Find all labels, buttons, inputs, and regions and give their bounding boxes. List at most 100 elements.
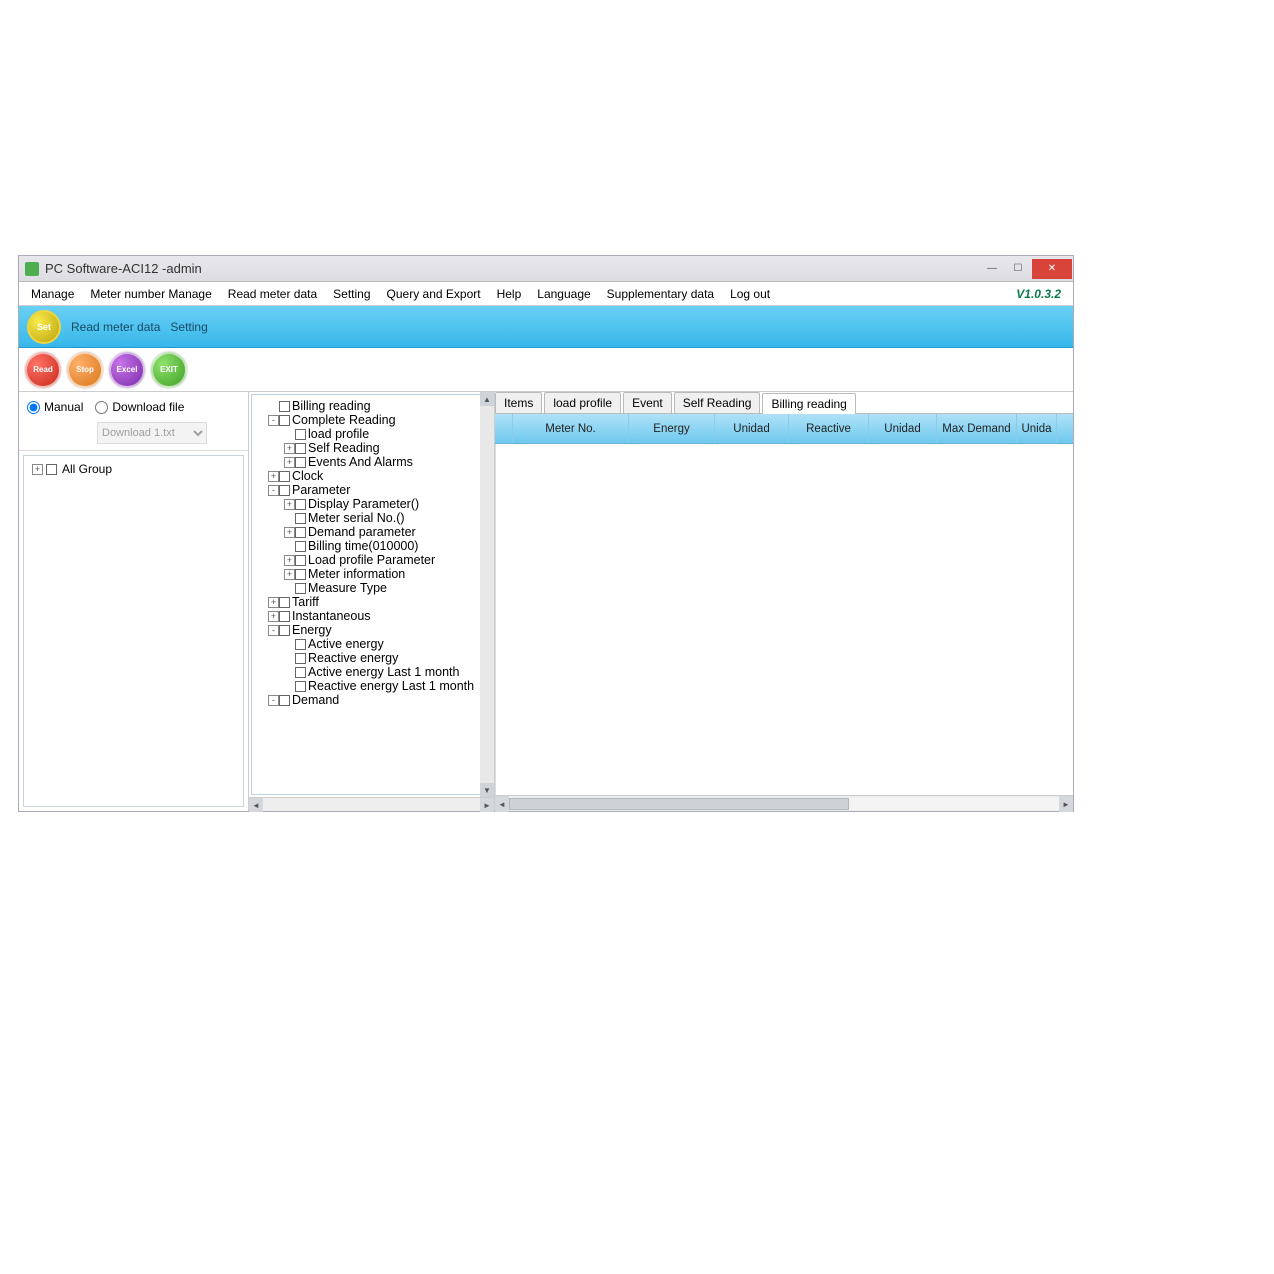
tree-node[interactable]: +Clock	[256, 469, 475, 483]
scroll-left-icon[interactable]: ◄	[495, 796, 509, 812]
expand-icon[interactable]: +	[268, 597, 279, 608]
exit-button[interactable]: EXIT	[151, 352, 187, 388]
collapse-icon[interactable]: -	[268, 415, 279, 426]
tab-self-reading[interactable]: Self Reading	[674, 392, 761, 413]
column-header[interactable]: Unidad	[715, 414, 789, 443]
tree-horizontal-scrollbar[interactable]: ◄ ►	[249, 797, 494, 811]
tab-event[interactable]: Event	[623, 392, 672, 413]
menu-meter-number-manage[interactable]: Meter number Manage	[82, 283, 219, 305]
tree-node[interactable]: Billing reading	[256, 399, 475, 413]
tree-checkbox[interactable]	[295, 443, 306, 454]
group-checkbox[interactable]	[46, 464, 57, 475]
collapse-icon[interactable]: -	[268, 625, 279, 636]
tree-checkbox[interactable]	[295, 499, 306, 510]
tree-node[interactable]: Measure Type	[256, 581, 475, 595]
tree-node[interactable]: +Tariff	[256, 595, 475, 609]
menu-supplementary-data[interactable]: Supplementary data	[599, 283, 722, 305]
scroll-right-icon[interactable]: ►	[1059, 796, 1073, 812]
tree-node[interactable]: Reactive energy	[256, 651, 475, 665]
collapse-icon[interactable]: -	[268, 485, 279, 496]
tree-node[interactable]: -Complete Reading	[256, 413, 475, 427]
tree-node[interactable]: -Parameter	[256, 483, 475, 497]
manual-radio[interactable]: Manual	[27, 400, 83, 414]
column-header[interactable]: Max Demand	[937, 414, 1017, 443]
tree-checkbox[interactable]	[279, 415, 290, 426]
tree-node[interactable]: +Self Reading	[256, 441, 475, 455]
tab-load-profile[interactable]: load profile	[544, 392, 621, 413]
excel-button[interactable]: Excel	[109, 352, 145, 388]
tree-node[interactable]: -Energy	[256, 623, 475, 637]
column-header[interactable]: Reactive	[789, 414, 869, 443]
menu-language[interactable]: Language	[529, 283, 598, 305]
tree-node[interactable]: -Demand	[256, 693, 475, 707]
expand-icon[interactable]: +	[284, 527, 295, 538]
reading-tree[interactable]: Billing reading-Complete Readingload pro…	[251, 394, 492, 795]
scroll-down-icon[interactable]: ▼	[480, 783, 494, 797]
tree-node[interactable]: Meter serial No.()	[256, 511, 475, 525]
expand-icon[interactable]: +	[284, 457, 295, 468]
tree-node[interactable]: +Demand parameter	[256, 525, 475, 539]
scrollbar-thumb[interactable]	[509, 798, 849, 810]
tree-checkbox[interactable]	[295, 569, 306, 580]
tree-checkbox[interactable]	[295, 527, 306, 538]
expand-icon[interactable]: +	[284, 569, 295, 580]
download-select[interactable]: Download 1.txt	[97, 422, 207, 444]
expand-icon[interactable]: +	[284, 443, 295, 454]
tree-checkbox[interactable]	[279, 471, 290, 482]
tree-vertical-scrollbar[interactable]: ▲ ▼	[480, 392, 494, 797]
tree-node[interactable]: +Load profile Parameter	[256, 553, 475, 567]
tree-checkbox[interactable]	[295, 513, 306, 524]
set-button[interactable]: Set	[27, 310, 61, 344]
tab-items[interactable]: Items	[495, 392, 542, 413]
tree-checkbox[interactable]	[295, 583, 306, 594]
tree-checkbox[interactable]	[295, 681, 306, 692]
menu-help[interactable]: Help	[489, 283, 530, 305]
expand-icon[interactable]: +	[268, 611, 279, 622]
tree-node[interactable]: Active energy Last 1 month	[256, 665, 475, 679]
column-header[interactable]	[495, 414, 513, 443]
column-header[interactable]: Meter No.	[513, 414, 629, 443]
tree-node[interactable]: +Meter information	[256, 567, 475, 581]
tree-checkbox[interactable]	[279, 401, 290, 412]
grid-horizontal-scrollbar[interactable]: ◄ ►	[495, 795, 1073, 811]
column-header[interactable]: Unida	[1017, 414, 1057, 443]
expand-icon[interactable]: +	[32, 464, 43, 475]
column-header[interactable]: Energy	[629, 414, 715, 443]
expand-icon[interactable]: +	[268, 471, 279, 482]
menu-log-out[interactable]: Log out	[722, 283, 778, 305]
menu-query-export[interactable]: Query and Export	[379, 283, 489, 305]
close-button[interactable]: ✕	[1032, 259, 1072, 279]
menu-read-meter-data[interactable]: Read meter data	[220, 283, 325, 305]
tree-checkbox[interactable]	[279, 597, 290, 608]
tree-checkbox[interactable]	[295, 639, 306, 650]
collapse-icon[interactable]: -	[268, 695, 279, 706]
tree-node[interactable]: Active energy	[256, 637, 475, 651]
read-button[interactable]: Read	[25, 352, 61, 388]
tree-node[interactable]: +Events And Alarms	[256, 455, 475, 469]
tree-checkbox[interactable]	[295, 555, 306, 566]
tree-node[interactable]: +Instantaneous	[256, 609, 475, 623]
maximize-button[interactable]: ☐	[1006, 259, 1030, 279]
tree-checkbox[interactable]	[295, 667, 306, 678]
tree-checkbox[interactable]	[295, 457, 306, 468]
expand-icon[interactable]: +	[284, 499, 295, 510]
tree-checkbox[interactable]	[279, 485, 290, 496]
ribbon-read-meter-data[interactable]: Read meter data	[71, 320, 160, 334]
tree-checkbox[interactable]	[295, 541, 306, 552]
minimize-button[interactable]: —	[980, 259, 1004, 279]
tree-node[interactable]: load profile	[256, 427, 475, 441]
download-file-radio[interactable]: Download file	[95, 400, 184, 414]
tree-checkbox[interactable]	[279, 611, 290, 622]
tree-node[interactable]: Billing time(010000)	[256, 539, 475, 553]
group-tree[interactable]: + All Group	[23, 455, 244, 807]
column-header[interactable]: Unidad	[869, 414, 937, 443]
scroll-up-icon[interactable]: ▲	[480, 392, 494, 406]
tree-checkbox[interactable]	[279, 625, 290, 636]
stop-button[interactable]: Stop	[67, 352, 103, 388]
tab-billing-reading[interactable]: Billing reading	[762, 393, 855, 414]
tree-node[interactable]: +Display Parameter()	[256, 497, 475, 511]
menu-manage[interactable]: Manage	[23, 283, 82, 305]
tree-checkbox[interactable]	[295, 429, 306, 440]
tree-checkbox[interactable]	[279, 695, 290, 706]
menu-setting[interactable]: Setting	[325, 283, 378, 305]
